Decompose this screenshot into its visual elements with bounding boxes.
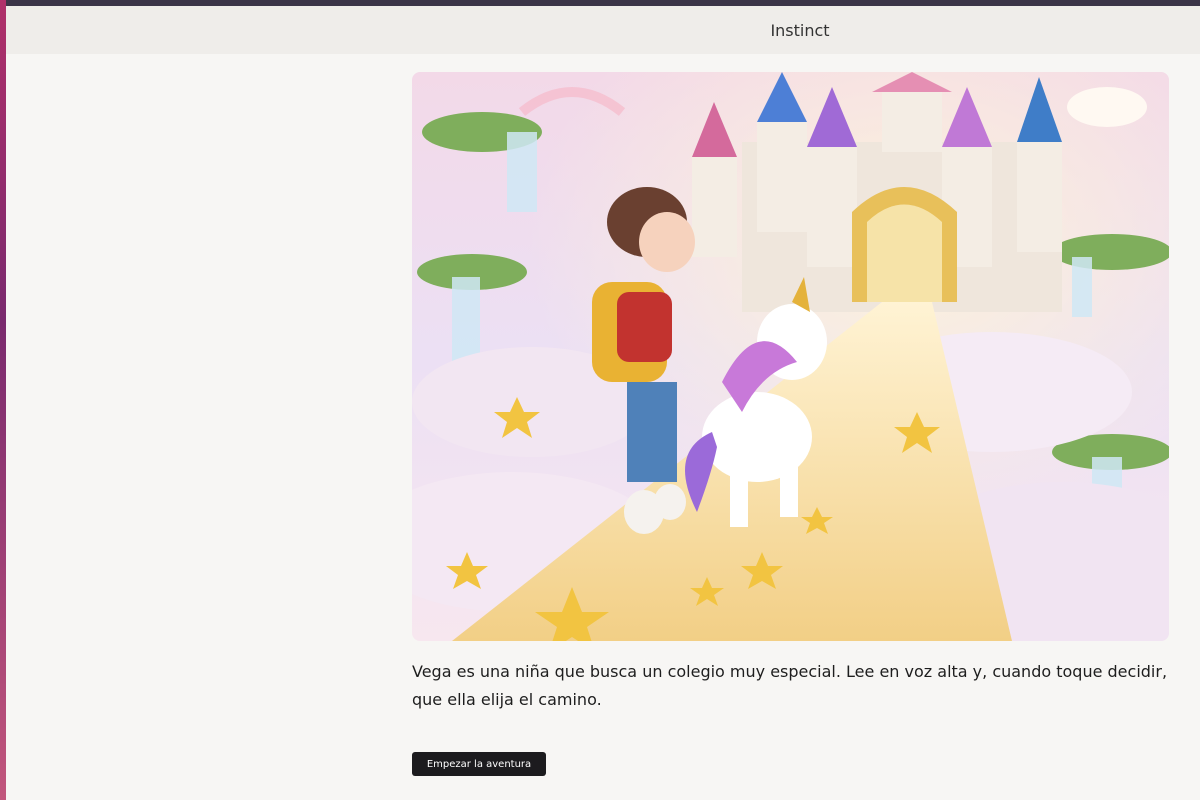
start-adventure-button[interactable]: Empezar la aventura [412, 752, 546, 776]
window-left-edge [0, 0, 6, 800]
app-title: Instinct [770, 20, 830, 40]
story-intro-text: Vega es una niña que busca un colegio mu… [412, 662, 1168, 709]
story-illustration [412, 72, 1169, 641]
title-bar: Instinct [6, 6, 1200, 54]
